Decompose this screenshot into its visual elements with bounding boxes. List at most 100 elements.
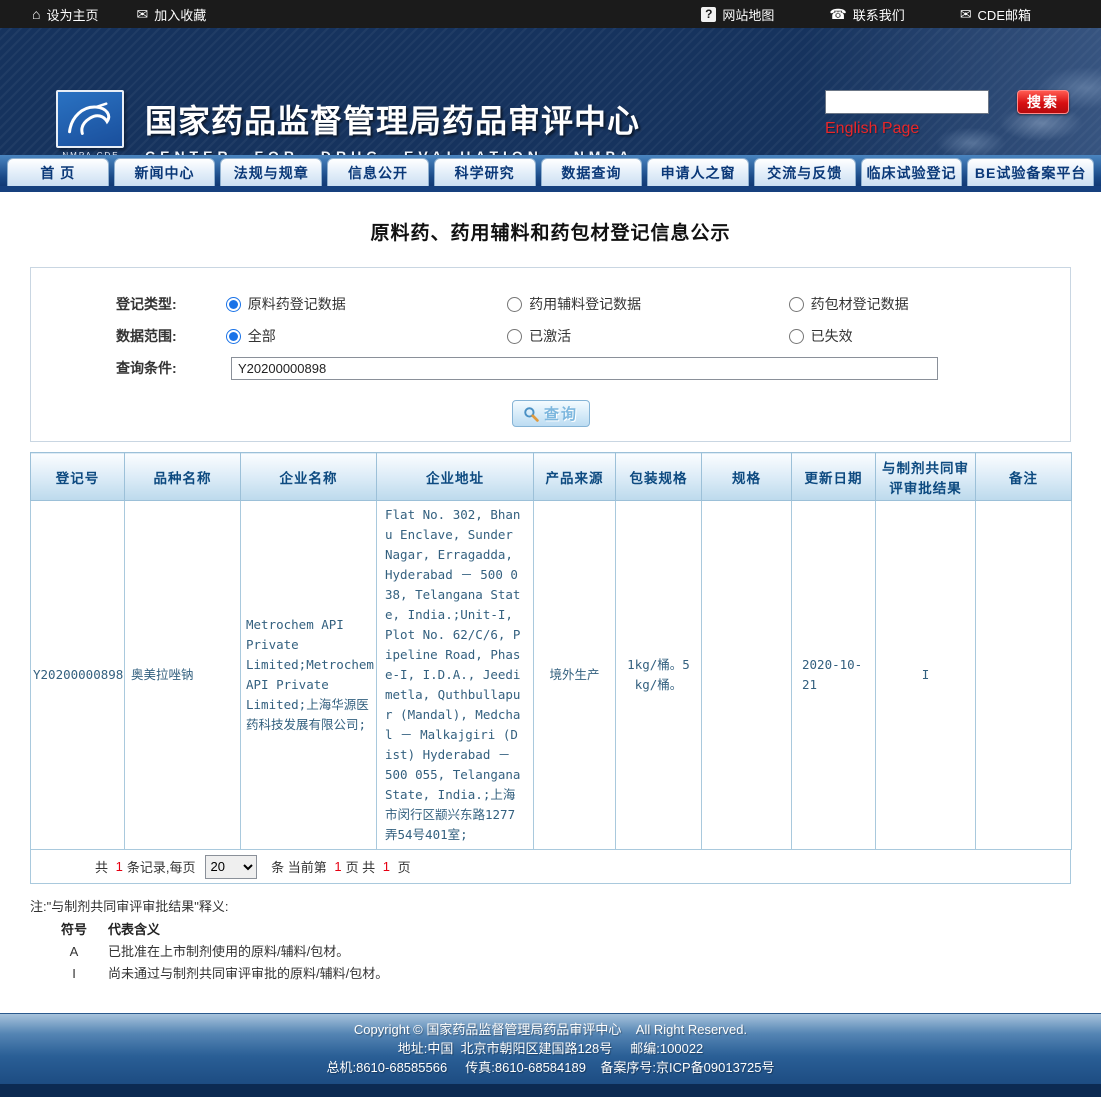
cde-mail-label: CDE邮箱 [977, 7, 1031, 23]
note-row-i: I 尚未通过与制剂共同审评审批的原料/辅料/包材。 [52, 963, 1071, 985]
reg-type-radio-packaging[interactable] [788, 296, 804, 312]
footer-bottom-strip [0, 1084, 1101, 1097]
tab-home[interactable]: 首 页 [7, 158, 109, 186]
tab-info-disclosure[interactable]: 信息公开 [327, 158, 429, 186]
col-header-company-address: 企业地址 [376, 452, 534, 501]
query-condition-label: 查询条件: [116, 360, 177, 376]
tab-be-platform[interactable]: BE试验备案平台 [967, 158, 1094, 186]
scope-option-expired-label: 已失效 [810, 328, 853, 344]
footer-address: 地址:中国 北京市朝阳区建国路128号 邮编:100022 [397, 1041, 704, 1056]
contact-link[interactable]: ☎ 联系我们 [829, 5, 904, 24]
note-title: 注:"与制剂共同审评审批结果"释义: [30, 899, 229, 914]
footer-phone-icp: 总机:8610-68585566 传真:8610-68584189 备案序号:京… [326, 1060, 775, 1075]
col-header-product-name: 品种名称 [124, 452, 241, 501]
reg-type-option-packaging[interactable]: 药包材登记数据 [788, 294, 1070, 314]
reg-type-radio-excipient[interactable] [507, 296, 523, 312]
reg-type-option-api[interactable]: 原料药登记数据 [225, 294, 507, 314]
pager-total-records: 1 [115, 859, 123, 874]
mail-icon: ✉ [959, 6, 972, 22]
pagination-bar: 共 1 条记录,每页 20 条 当前第 1页 共 1 页 [30, 850, 1071, 884]
sitemap-label: 网站地图 [722, 7, 775, 23]
site-title-chinese: 国家药品监督管理局药品审评中心 [145, 103, 641, 139]
cde-mail-link[interactable]: ✉ CDE邮箱 [960, 5, 1031, 24]
scope-option-active-label: 已激活 [529, 328, 572, 344]
question-icon: ? [701, 6, 717, 22]
col-header-remarks: 备注 [975, 452, 1072, 501]
contact-label: 联系我们 [852, 7, 905, 23]
query-panel: 登记类型: 原料药登记数据 药用辅料登记数据 药包材登记数据 数据范围: 全部 [30, 267, 1071, 442]
sitemap-link[interactable]: ? 网站地图 [701, 5, 774, 24]
swan-icon [68, 102, 111, 135]
tab-regulations[interactable]: 法规与规章 [220, 158, 323, 186]
col-header-joint-review-result: 与制剂共同审评审批结果 [875, 452, 976, 501]
scope-label: 数据范围: [116, 328, 177, 344]
pager-seg2: 条记录,每页 [126, 860, 196, 875]
cell-joint-review-result: I [875, 500, 976, 850]
tab-news[interactable]: 新闻中心 [113, 158, 216, 186]
scope-option-expired[interactable]: 已失效 [788, 326, 1070, 346]
note-symbol-a: A [69, 944, 79, 959]
scope-radio-active[interactable] [507, 328, 523, 344]
tab-applicant-window[interactable]: 申请人之窗 [647, 158, 749, 186]
main-nav: 首 页 新闻中心 法规与规章 信息公开 科学研究 数据查询 申请人之窗 交流与反… [0, 155, 1101, 186]
note-row-a: A 已批准在上市制剂使用的原料/辅料/包材。 [52, 941, 1071, 963]
query-condition-row: 查询条件: [31, 352, 1070, 384]
tab-clinical-trial-reg[interactable]: 临床试验登记 [860, 158, 963, 186]
note-symbol-header: 符号 [60, 922, 87, 937]
topbar: ⌂ 设为主页 ✉ 加入收藏 ? 网站地图 ☎ 联系我们 ✉ CDE邮箱 [0, 0, 1101, 28]
site-title-english: CENTER FOR DRUG EVALUATION, NMPA [145, 148, 640, 155]
add-favorite-link[interactable]: ✉ 加入收藏 [136, 5, 206, 24]
reg-type-option-excipient[interactable]: 药用辅料登记数据 [507, 294, 788, 314]
scope-option-all[interactable]: 全部 [225, 326, 507, 346]
scope-radio-all[interactable] [225, 328, 241, 344]
header-search-input[interactable] [825, 90, 989, 114]
cell-company-address: Flat No. 302, Bhanu Enclave, Sunder Naga… [376, 500, 534, 850]
pager-current-page: 1 [334, 859, 342, 874]
note-meaning-header: 代表含义 [108, 922, 161, 937]
query-condition-input[interactable] [231, 356, 938, 380]
pager-seg4: 页 共 [345, 860, 379, 875]
table-row: Y20200000898 奥美拉唑钠 Metrochem API Private… [30, 500, 1072, 850]
magnifier-icon [524, 406, 539, 422]
note-header-row: 符号 代表含义 [52, 919, 1071, 941]
col-header-packaging-spec: 包装规格 [615, 452, 702, 501]
note-meaning-i: 尚未通过与制剂共同审评审批的原料/辅料/包材。 [108, 966, 389, 981]
site-title-block: 国家药品监督管理局药品审评中心 CENTER FOR DRUG EVALUATI… [145, 96, 640, 155]
col-header-update-date: 更新日期 [791, 452, 876, 501]
tab-science[interactable]: 科学研究 [433, 158, 536, 186]
col-header-product-source: 产品来源 [533, 452, 616, 501]
tab-data-query[interactable]: 数据查询 [540, 158, 643, 186]
home-icon: ⌂ [32, 6, 41, 22]
site-header: NMPA CDE 国家药品监督管理局药品审评中心 CENTER FOR DRUG… [0, 28, 1101, 155]
tab-exchange-feedback[interactable]: 交流与反馈 [753, 158, 856, 186]
cell-reg-no: Y20200000898 [30, 500, 125, 850]
scope-radio-expired[interactable] [788, 328, 804, 344]
cell-spec [701, 500, 792, 850]
english-page-link[interactable]: English Page [825, 120, 919, 138]
cell-product-source: 境外生产 [533, 500, 616, 850]
reg-type-row: 登记类型: 原料药登记数据 药用辅料登记数据 药包材登记数据 [31, 288, 1070, 320]
cell-company-name: Metrochem API Private Limited;Metrochem … [240, 500, 377, 850]
notes-section: 注:"与制剂共同审评审批结果"释义: 符号 代表含义 A 已批准在上市制剂使用的… [30, 884, 1071, 985]
site-logo[interactable]: NMPA CDE [56, 90, 126, 155]
set-home-link[interactable]: ⌂ 设为主页 [32, 5, 98, 24]
page-title: 原料药、药用辅料和药包材登记信息公示 [370, 223, 731, 244]
pager-seg1: 共 [95, 860, 112, 875]
cell-packaging-spec: 1kg/桶。5 kg/桶。 [615, 500, 702, 850]
col-header-reg-no: 登记号 [30, 452, 125, 501]
scope-option-active[interactable]: 已激活 [507, 326, 788, 346]
cell-remarks [975, 500, 1072, 850]
col-header-spec: 规格 [701, 452, 792, 501]
cell-product-name: 奥美拉唑钠 [124, 500, 241, 850]
note-symbol-i: I [72, 966, 76, 981]
cell-update-date: 2020-10-21 [791, 500, 876, 850]
reg-type-radio-api[interactable] [225, 296, 241, 312]
header-search-button[interactable]: 搜索 [1017, 90, 1069, 114]
scope-row: 数据范围: 全部 已激活 已失效 [31, 320, 1070, 352]
add-favorite-label: 加入收藏 [154, 7, 207, 23]
col-header-company-name: 企业名称 [240, 452, 377, 501]
page-size-select[interactable]: 20 [205, 854, 258, 879]
pager-total-pages: 1 [382, 859, 391, 874]
set-home-label: 设为主页 [46, 7, 99, 23]
query-button[interactable]: 查询 [511, 400, 590, 427]
